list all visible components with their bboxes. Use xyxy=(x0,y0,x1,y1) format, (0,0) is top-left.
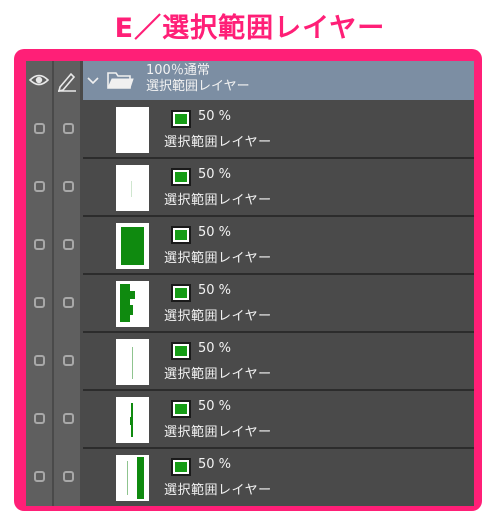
folder-row[interactable]: 100％通常 選択範囲レイヤー xyxy=(26,61,474,100)
layer-name: 選択範囲レイヤー xyxy=(164,367,272,382)
folder-name: 選択範囲レイヤー xyxy=(146,79,250,94)
layer-row[interactable]: 50 % 選択範囲レイヤー xyxy=(26,277,474,333)
lock-checkbox[interactable] xyxy=(63,123,74,134)
lock-checkbox[interactable] xyxy=(63,181,74,192)
layer-thumbnail xyxy=(116,339,149,385)
folder-icon xyxy=(107,72,134,89)
layer-opacity: 50 % xyxy=(198,457,232,472)
layer-mask-icon xyxy=(171,400,191,418)
lock-checkbox[interactable] xyxy=(63,355,74,366)
layer-name: 選択範囲レイヤー xyxy=(164,251,272,266)
layer-mask-icon xyxy=(171,168,191,186)
layer-opacity: 50 % xyxy=(198,109,232,124)
layer-opacity: 50 % xyxy=(198,167,232,182)
layer-mask-icon xyxy=(171,110,191,128)
row-divider xyxy=(83,389,474,391)
layer-row[interactable]: 50 % 選択範囲レイヤー xyxy=(26,393,474,449)
layer-panel: 100％通常 選択範囲レイヤー 50 % 選択範囲レイヤー 50 % 選択範囲レ… xyxy=(26,61,474,506)
lock-checkbox[interactable] xyxy=(63,239,74,250)
layer-row[interactable]: 50 % 選択範囲レイヤー xyxy=(26,161,474,217)
layer-row[interactable]: 50 % 選択範囲レイヤー xyxy=(26,335,474,391)
visibility-checkbox[interactable] xyxy=(34,239,45,250)
visibility-checkbox[interactable] xyxy=(34,471,45,482)
lock-checkbox[interactable] xyxy=(63,471,74,482)
row-divider xyxy=(83,447,474,449)
layer-name: 選択範囲レイヤー xyxy=(164,483,272,498)
row-divider xyxy=(83,157,474,159)
layer-row[interactable]: 50 % 選択範囲レイヤー xyxy=(26,219,474,275)
page-heading: E／選択範囲レイヤー xyxy=(114,13,386,44)
layer-thumbnail xyxy=(116,107,149,153)
layer-mask-icon xyxy=(171,342,191,360)
layer-row[interactable]: 50 % 選択範囲レイヤー xyxy=(26,103,474,159)
layer-opacity: 50 % xyxy=(198,283,232,298)
layer-opacity: 50 % xyxy=(198,341,232,356)
eye-icon[interactable] xyxy=(29,72,49,88)
visibility-checkbox[interactable] xyxy=(34,355,45,366)
layer-row[interactable]: 50 % 選択範囲レイヤー xyxy=(26,451,474,506)
layer-thumbnail xyxy=(116,397,149,443)
row-divider xyxy=(83,273,474,275)
layer-name: 選択範囲レイヤー xyxy=(164,425,272,440)
layer-mask-icon xyxy=(171,226,191,244)
folder-info: 100％通常 選択範囲レイヤー xyxy=(146,63,250,95)
layer-thumbnail xyxy=(116,165,149,211)
row-divider xyxy=(83,331,474,333)
visibility-checkbox[interactable] xyxy=(34,181,45,192)
folder-header xyxy=(83,61,474,100)
layer-mask-icon xyxy=(171,284,191,302)
layer-thumbnail xyxy=(116,223,149,269)
folder-opacity-blend: 100％通常 xyxy=(146,63,210,78)
visibility-checkbox[interactable] xyxy=(34,297,45,308)
lock-checkbox[interactable] xyxy=(63,297,74,308)
layer-opacity: 50 % xyxy=(198,225,232,240)
visibility-checkbox[interactable] xyxy=(34,123,45,134)
layer-name: 選択範囲レイヤー xyxy=(164,135,272,150)
pen-icon[interactable] xyxy=(57,70,77,92)
visibility-checkbox[interactable] xyxy=(34,413,45,424)
layer-thumbnail xyxy=(116,455,149,501)
layer-name: 選択範囲レイヤー xyxy=(164,309,272,324)
layer-mask-icon xyxy=(171,458,191,476)
row-divider xyxy=(83,215,474,217)
layer-name: 選択範囲レイヤー xyxy=(164,193,272,208)
layer-opacity: 50 % xyxy=(198,399,232,414)
chevron-down-icon[interactable] xyxy=(86,73,100,87)
layer-thumbnail xyxy=(116,281,149,327)
lock-checkbox[interactable] xyxy=(63,413,74,424)
